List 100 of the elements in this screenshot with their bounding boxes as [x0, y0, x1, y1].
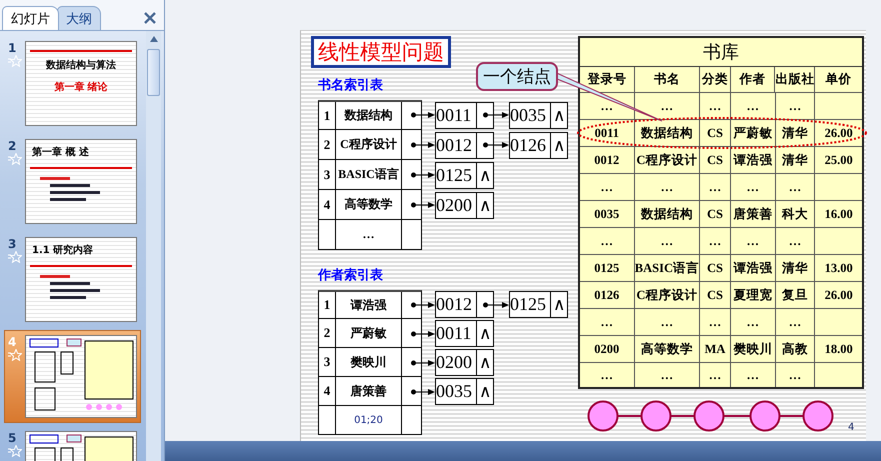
table-cell: 0200: [594, 342, 620, 356]
table-cell: …: [600, 180, 614, 194]
table-cell: …: [788, 180, 802, 194]
table-cell: BASIC语言: [634, 260, 699, 276]
table-cell: …: [708, 234, 722, 248]
pointer-arrow: [411, 300, 435, 310]
slide-thumbnail-item[interactable]: 3 1.1 研究内容: [4, 232, 141, 327]
index-name: 樊映川: [350, 354, 386, 370]
star-icon: [8, 349, 22, 361]
table-cell: 26.00: [824, 288, 853, 302]
index-heading: 作者索引表: [318, 266, 383, 284]
index-name: 唐策善: [350, 382, 386, 400]
table-cell: …: [708, 98, 722, 114]
index-name: …: [362, 227, 374, 242]
table-cell: 夏理宽: [733, 286, 772, 304]
pointer-arrow: [411, 110, 435, 120]
column-header: 分类: [702, 71, 728, 88]
table-cell: …: [708, 314, 722, 330]
thumbnail-title: 数据结构与算法: [46, 58, 116, 72]
list-node: 0011: [435, 102, 494, 128]
table-cell: …: [600, 314, 614, 330]
table-cell: CS: [707, 206, 724, 222]
page-number: 4: [848, 422, 854, 433]
index-name: BASIC语言: [338, 166, 399, 183]
table-cell: …: [788, 368, 802, 382]
pane-tab[interactable]: 幻灯片: [2, 6, 59, 30]
table-cell: 清华: [782, 124, 808, 142]
list-node: 0035 ∧: [435, 378, 494, 405]
table-cell: C程序设计: [636, 152, 698, 168]
table-cell: 0035: [594, 206, 620, 222]
pointer-arrow: [483, 110, 509, 120]
table-cell: MA: [704, 342, 726, 356]
table-cell: 0011: [594, 126, 619, 140]
slide-title: 线性模型问题: [311, 36, 451, 68]
table-cell: …: [788, 234, 802, 248]
list-node: 0200 ∧: [435, 349, 494, 376]
thumbnail-title: 1.1 研究内容: [32, 243, 94, 257]
index-name: 谭浩强: [350, 296, 386, 314]
list-node: 0011 ∧: [435, 320, 494, 347]
table-cell: …: [660, 314, 674, 330]
table-cell: CS: [707, 152, 724, 168]
slide-thumbnail-item[interactable]: 1 数据结构与算法 第一章 绪论: [4, 36, 141, 131]
table-cell: 数据结构: [640, 206, 693, 222]
table-cell: …: [660, 98, 674, 114]
star-icon: [8, 153, 22, 165]
slide-thumbnail-item[interactable]: 2 第一章 概 述: [4, 134, 141, 229]
slide-number: 5: [8, 431, 16, 445]
table-cell: …: [788, 98, 802, 114]
table-cell: …: [660, 180, 674, 194]
slide-number: 1: [8, 41, 16, 55]
column-header: 书名: [654, 71, 680, 88]
table-cell: 0125: [594, 260, 620, 276]
row-number: 2: [324, 136, 330, 152]
table-cell: CS: [707, 288, 724, 302]
table-cell: 严蔚敏: [733, 124, 772, 142]
table-cell: 18.00: [824, 342, 853, 356]
row-number: 1: [324, 108, 330, 124]
table-cell: 25.00: [824, 152, 853, 168]
pane-tab[interactable]: 大纲: [57, 6, 101, 30]
table-cell: CS: [707, 260, 724, 276]
slide-number: 4: [8, 335, 16, 349]
table-cell: …: [788, 314, 802, 330]
table-cell: 樊映川: [733, 340, 772, 358]
slide-thumbnail-item[interactable]: 5: [4, 426, 141, 461]
table-cell: …: [600, 98, 614, 114]
table-cell: 26.00: [824, 126, 853, 140]
table-cell: …: [746, 180, 760, 194]
table-cell: …: [708, 180, 722, 194]
scrollbar-thumb[interactable]: [147, 49, 160, 96]
table-cell: 谭浩强: [733, 260, 772, 276]
column-header: 单价: [826, 71, 852, 88]
scroll-up-icon[interactable]: [148, 35, 158, 43]
table-cell: …: [600, 234, 614, 248]
star-icon: [8, 445, 22, 457]
index-name: 高等数学: [344, 196, 392, 213]
table-cell: …: [746, 98, 760, 114]
list-node: 0012: [435, 291, 494, 318]
slide-number: 3: [8, 237, 16, 251]
table-cell: C程序设计: [636, 286, 698, 304]
close-icon[interactable]: [143, 11, 157, 25]
scrollbar[interactable]: [146, 31, 161, 461]
table-cell: 0126: [594, 288, 620, 302]
pointer-arrow: [483, 140, 509, 150]
pointer-arrow: [483, 300, 509, 310]
table-cell: 高教: [782, 340, 808, 358]
table-cell: …: [746, 234, 760, 248]
table-cell: CS: [707, 126, 724, 140]
table-cell: 复旦: [782, 286, 808, 304]
list-node: 0126 ∧: [509, 132, 568, 158]
list-node: 0125 ∧: [509, 291, 568, 318]
index-name: 严蔚敏: [350, 324, 386, 342]
row-number: 3: [324, 166, 330, 182]
index-name: C程序设计: [340, 136, 397, 153]
row-number: 1: [324, 297, 330, 313]
table-cell: 唐策善: [733, 206, 772, 222]
list-node: 0200 ∧: [435, 192, 494, 218]
list-node: 0035 ∧: [509, 102, 568, 128]
table-cell: 高等数学: [640, 340, 693, 358]
table-cell: 16.00: [824, 206, 853, 222]
index-name: 数据结构: [344, 107, 392, 124]
